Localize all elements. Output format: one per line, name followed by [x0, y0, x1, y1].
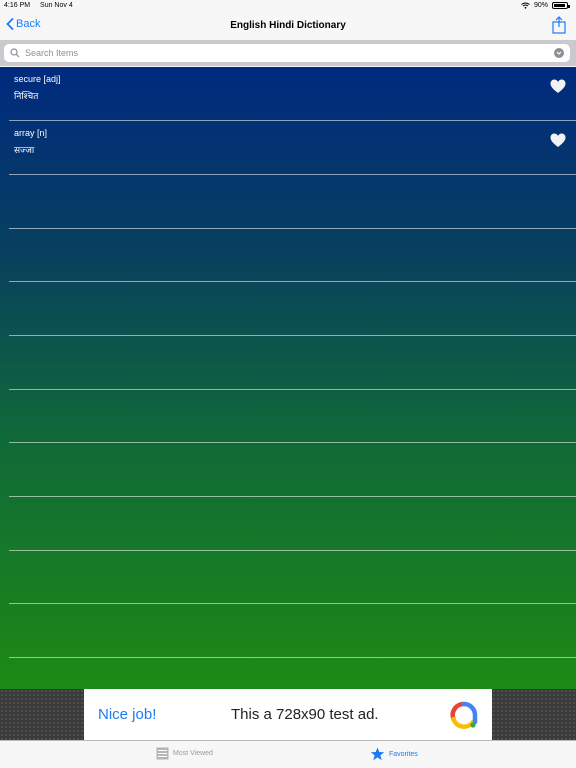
status-time: 4:16 PM [4, 2, 31, 9]
tab-label-favorites: Favorites [389, 750, 418, 758]
empty-row [9, 336, 576, 390]
search-field[interactable] [4, 44, 570, 62]
search-bar [0, 40, 576, 66]
entry-english: array [n] [14, 128, 48, 138]
empty-row [9, 175, 576, 229]
empty-row [9, 282, 576, 336]
empty-row [9, 497, 576, 551]
wifi-icon [521, 2, 530, 9]
favorites-list: secure [adj] निश्चित array [n] सज्जा [0, 67, 576, 689]
tab-favorites[interactable]: Favorites [370, 747, 418, 761]
search-icon [10, 48, 20, 58]
ad-headline: Nice job! [98, 706, 157, 723]
page-title: English Hindi Dictionary [230, 20, 346, 31]
heart-icon[interactable] [550, 79, 566, 94]
battery-percent: 90% [533, 2, 548, 9]
empty-row [9, 443, 576, 497]
dropdown-chevron-icon[interactable] [554, 48, 564, 58]
entry-english: secure [adj] [14, 74, 61, 84]
battery-icon [552, 2, 570, 9]
list-item[interactable]: array [n] सज्जा [9, 121, 576, 175]
heart-icon[interactable] [550, 133, 566, 148]
empty-row [9, 604, 576, 658]
share-icon[interactable] [552, 16, 566, 34]
empty-row [9, 389, 576, 443]
tab-bar: Most Viewed Favorites [0, 740, 576, 768]
tab-most-viewed[interactable]: Most Viewed [156, 747, 213, 760]
search-input[interactable] [25, 48, 545, 58]
empty-row [9, 550, 576, 604]
ad-text: This a 728x90 test ad. [231, 706, 379, 723]
tab-label-most-viewed: Most Viewed [173, 750, 213, 757]
list-item[interactable]: secure [adj] निश्चित [9, 67, 576, 121]
status-bar: 4:16 PM Sun Nov 4 90% [0, 0, 576, 12]
navigation-bar: Back English Hindi Dictionary [0, 12, 576, 40]
star-icon [370, 747, 385, 761]
ad-banner: Nice job! This a 728x90 test ad. [0, 689, 576, 740]
test-ad[interactable]: Nice job! This a 728x90 test ad. [84, 689, 492, 740]
list-icon [156, 747, 169, 760]
status-date: Sun Nov 4 [40, 2, 73, 9]
entry-hindi: निश्चित [14, 92, 39, 102]
empty-row [9, 228, 576, 282]
entry-hindi: सज्जा [14, 146, 35, 156]
ad-logo-icon [450, 701, 478, 729]
